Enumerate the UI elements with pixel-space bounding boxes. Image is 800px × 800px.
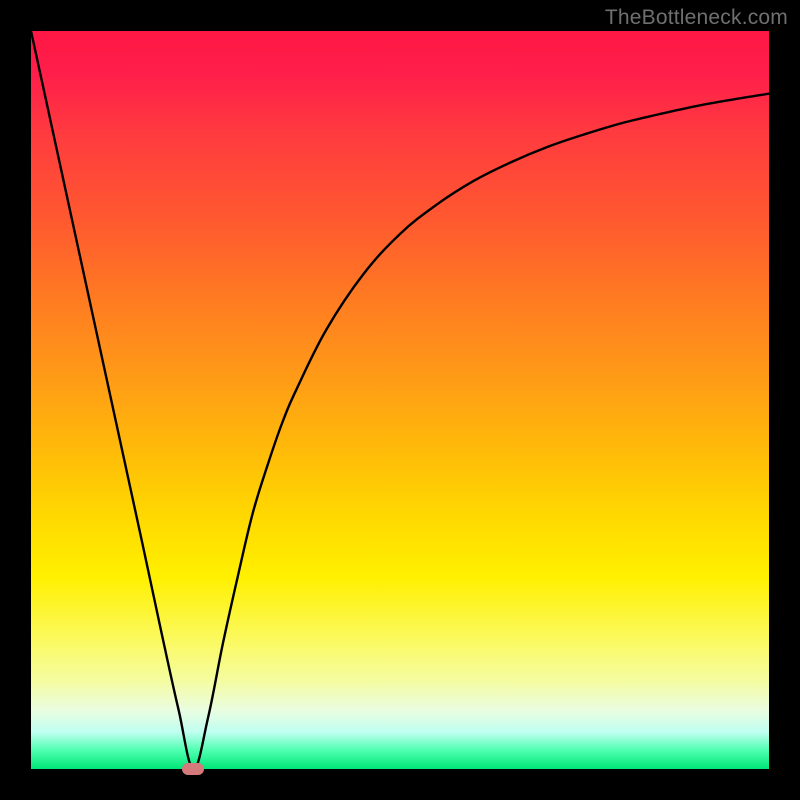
watermark-text: TheBottleneck.com: [605, 6, 788, 30]
bottleneck-curve: [31, 31, 769, 769]
curve-svg: [31, 31, 769, 769]
optimal-point-marker: [182, 763, 204, 775]
plot-area: [31, 31, 769, 769]
